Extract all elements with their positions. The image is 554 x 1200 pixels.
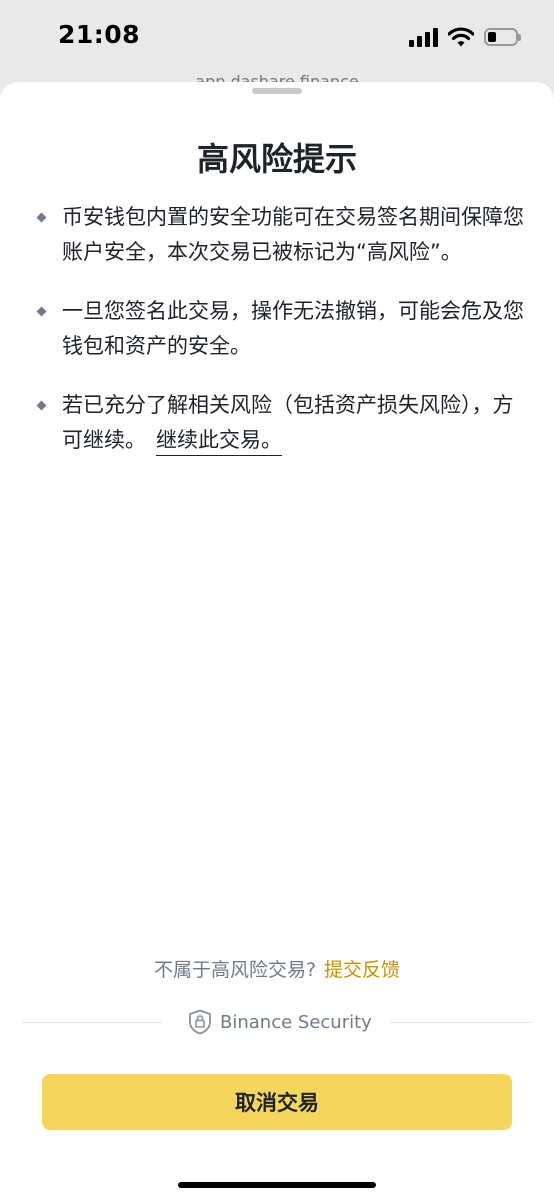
risk-bullet-text: 币安钱包内置的安全功能可在交易签名期间保障您账户安全，本次交易已被标记为“高风险… <box>62 205 524 264</box>
status-time: 21:08 <box>58 20 141 49</box>
feedback-row: 不属于高风险交易? 提交反馈 <box>0 955 554 982</box>
security-badge: Binance Security <box>188 1009 372 1035</box>
battery-level <box>488 32 496 42</box>
wifi-icon <box>448 27 474 47</box>
risk-bullet-text: 若已充分了解相关风险（包括资产损失风险），方可继续。 <box>62 393 514 452</box>
risk-bullet-list: 币安钱包内置的安全功能可在交易签名期间保障您账户安全，本次交易已被标记为“高风险… <box>36 200 526 482</box>
risk-bullet-2: 一旦您签名此交易，操作无法撤销，可能会危及您钱包和资产的安全。 <box>36 294 526 364</box>
continue-transaction-link[interactable]: 继续此交易。 <box>156 428 282 456</box>
submit-feedback-link[interactable]: 提交反馈 <box>324 959 400 981</box>
shield-lock-icon <box>189 1009 211 1035</box>
home-indicator[interactable] <box>178 1182 376 1188</box>
security-label: Binance Security <box>220 1011 372 1033</box>
diamond-bullet-icon <box>36 212 47 223</box>
sheet-title: 高风险提示 <box>196 140 357 178</box>
divider <box>390 1022 532 1023</box>
feedback-prompt: 不属于高风险交易? <box>153 959 317 981</box>
sheet-grabber-handle[interactable] <box>252 88 302 94</box>
risk-bullet-1: 币安钱包内置的安全功能可在交易签名期间保障您账户安全，本次交易已被标记为“高风险… <box>36 200 526 270</box>
status-bar: 21:08 <box>0 0 554 76</box>
security-row: Binance Security <box>0 1007 554 1037</box>
battery-icon <box>484 28 521 46</box>
diamond-bullet-icon <box>36 306 47 317</box>
high-risk-sheet: 高风险提示 币安钱包内置的安全功能可在交易签名期间保障您账户安全，本次交易已被标… <box>0 82 554 1200</box>
risk-bullet-3: 若已充分了解相关风险（包括资产损失风险），方可继续。 继续此交易。 <box>36 388 526 458</box>
divider <box>22 1022 162 1023</box>
cellular-signal-icon <box>409 27 438 47</box>
status-icons <box>409 24 521 50</box>
cancel-transaction-button[interactable]: 取消交易 <box>42 1074 512 1130</box>
risk-bullet-text: 一旦您签名此交易，操作无法撤销，可能会危及您钱包和资产的安全。 <box>62 299 524 358</box>
diamond-bullet-icon <box>36 400 47 411</box>
